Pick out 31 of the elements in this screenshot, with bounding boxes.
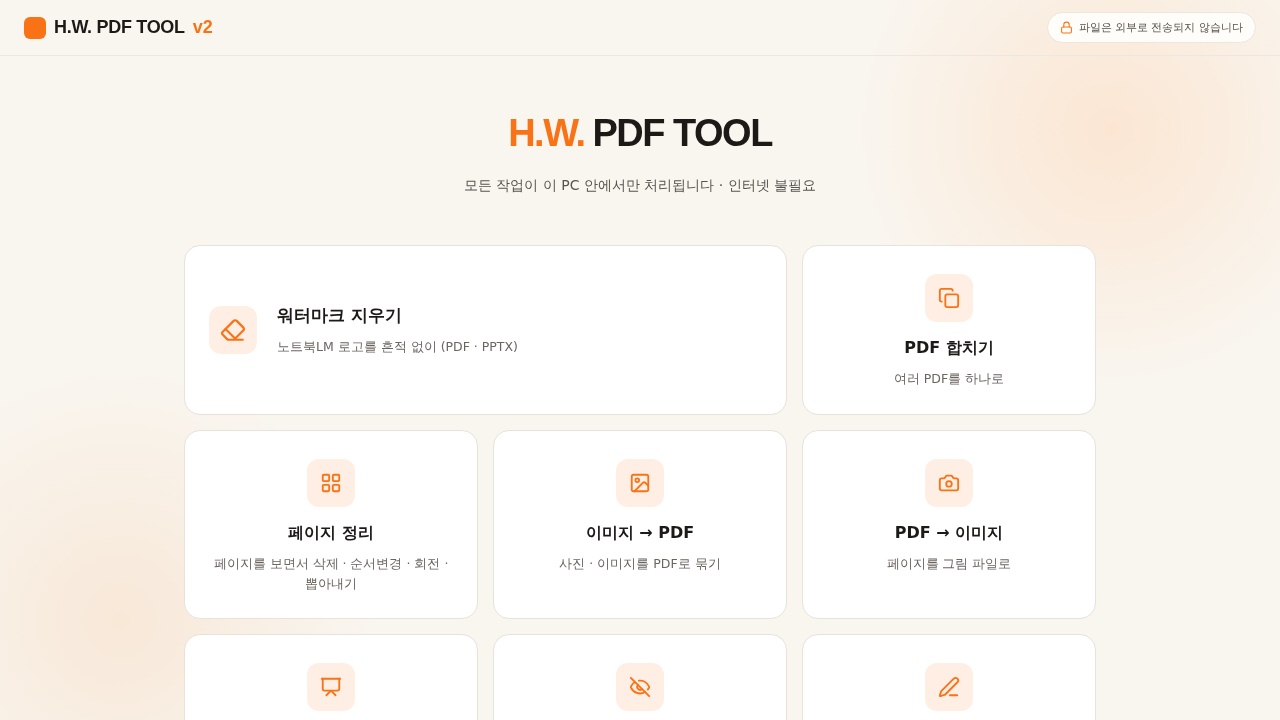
- pen-icon: [938, 676, 960, 698]
- hero-title-accent: H.W.: [508, 112, 585, 155]
- tool-title: PDF 합치기: [904, 338, 994, 359]
- hero-subtitle: 모든 작업이 이 PC 안에서만 처리됩니다 · 인터넷 불필요: [463, 177, 817, 195]
- tool-card[interactable]: PDF 합치기 여러 PDF를 하나로: [802, 245, 1096, 415]
- copy-icon: [938, 287, 960, 309]
- eraser-icon: [220, 317, 246, 343]
- tool-card[interactable]: 이미지 → PDF 사진 · 이미지를 PDF로 묶기: [493, 430, 787, 619]
- app-logo: [24, 16, 46, 39]
- presentation-board-icon: [320, 676, 342, 698]
- tool-card[interactable]: 워터마크 지우기 노트북LM 로고를 흔적 없이 (PDF · PPTX): [184, 245, 787, 415]
- privacy-notice: 파일은 외부로 전송되지 않습니다: [1078, 20, 1243, 35]
- tool-title: 페이지 정리: [288, 523, 374, 544]
- eye-off-icon: [629, 676, 651, 698]
- grid-icon: [320, 472, 342, 494]
- tool-description: 페이지를 그림 파일로: [886, 555, 1012, 573]
- tool-description: 사진 · 이미지를 PDF로 묶기: [559, 555, 721, 573]
- image-icon: [629, 472, 651, 494]
- tool-card[interactable]: PDF → 이미지 페이지를 그림 파일로: [802, 430, 1096, 619]
- tool-description: 여러 PDF를 하나로: [893, 370, 1005, 388]
- tool-card[interactable]: 페이지 정리 페이지를 보면서 삭제 · 순서변경 · 회전 · 뽑아내기: [184, 430, 478, 619]
- brand-name: H.W. PDF TOOL: [54, 17, 185, 38]
- tool-description: 노트북LM 로고를 흔적 없이 (PDF · PPTX): [277, 337, 518, 356]
- camera-icon: [938, 472, 960, 494]
- tool-title: 이미지 → PDF: [585, 523, 695, 544]
- hero-title: PDF TOOL: [592, 112, 772, 155]
- version-label: v2: [192, 17, 213, 38]
- tool-title: 워터마크 지우기: [277, 303, 402, 327]
- tool-description: 페이지를 보면서 삭제 · 순서변경 · 회전 · 뽑아내기: [212, 555, 450, 593]
- lock-icon: [1059, 21, 1073, 34]
- tool-title: PDF → 이미지: [894, 523, 1004, 544]
